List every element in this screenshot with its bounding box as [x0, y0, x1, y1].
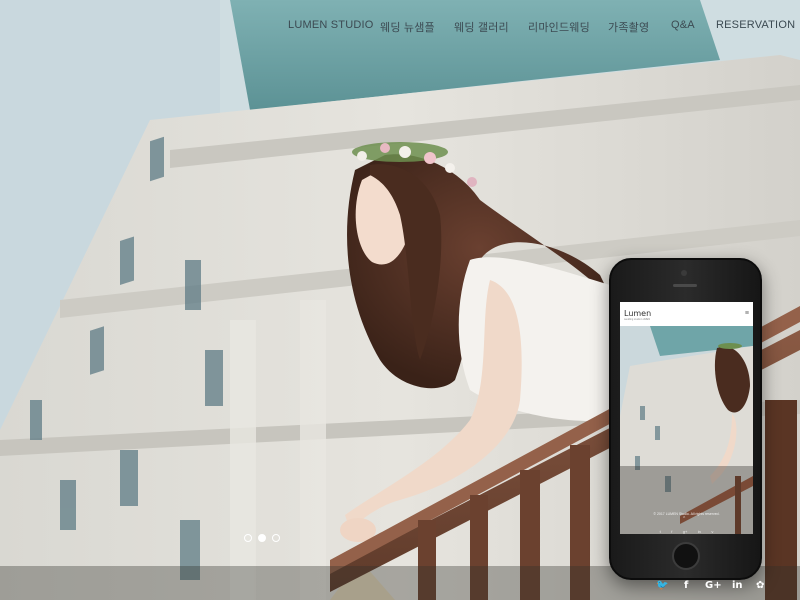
- mobile-linkedin-icon[interactable]: in: [698, 529, 701, 534]
- nav-reservation[interactable]: RESERVATION: [716, 19, 795, 31]
- nav-family-photo[interactable]: 가족촬영: [608, 19, 649, 35]
- mobile-header: Lumen wedding studio LUMEN ≡: [620, 302, 753, 326]
- mobile-hero-image: ⌃: [620, 326, 753, 534]
- mobile-phone-mockup: Lumen wedding studio LUMEN ≡ ⌃ © 2017 LU…: [609, 258, 762, 580]
- linkedin-icon[interactable]: in: [732, 580, 743, 591]
- mobile-vine-icon[interactable]: v: [711, 529, 713, 534]
- twitter-icon[interactable]: 🐦: [656, 580, 668, 591]
- mobile-social-links: t f g+ in v: [620, 520, 753, 534]
- mobile-photo-illustration: [620, 326, 753, 534]
- main-navigation: LUMEN STUDIO 웨딩 뉴샘플 웨딩 갤러리 리마인드웨딩 가족촬영 Q…: [0, 0, 800, 54]
- nav-wedding-new-sample[interactable]: 웨딩 뉴샘플: [380, 19, 435, 35]
- mobile-copyright: © 2017 LUMEN Studio. All rights reserved…: [653, 512, 720, 516]
- hamburger-icon[interactable]: ≡: [745, 310, 749, 317]
- phone-camera-icon: [681, 270, 687, 276]
- slider-pagination: [244, 534, 284, 544]
- slider-dot-3[interactable]: [272, 534, 280, 542]
- nav-remind-wedding[interactable]: 리마인드웨딩: [528, 19, 590, 35]
- slider-dot-1[interactable]: [244, 534, 252, 542]
- mobile-facebook-icon[interactable]: f: [671, 529, 672, 534]
- nav-qna[interactable]: Q&A: [671, 19, 695, 31]
- nav-wedding-gallery[interactable]: 웨딩 갤러리: [454, 19, 509, 35]
- mobile-tagline: wedding studio LUMEN: [624, 318, 651, 321]
- vine-icon[interactable]: ✿: [756, 580, 764, 591]
- mobile-screen: Lumen wedding studio LUMEN ≡ ⌃ © 2017 LU…: [620, 302, 753, 534]
- mobile-twitter-icon[interactable]: t: [660, 529, 661, 534]
- slider-dot-2[interactable]: [258, 534, 266, 542]
- google-plus-icon[interactable]: G+: [705, 580, 722, 591]
- phone-home-button: [672, 542, 700, 570]
- mobile-logo[interactable]: Lumen: [624, 309, 651, 318]
- phone-speaker: [673, 284, 697, 287]
- mobile-google-plus-icon[interactable]: g+: [683, 529, 688, 534]
- facebook-icon[interactable]: f: [684, 580, 688, 591]
- nav-lumen-studio[interactable]: LUMEN STUDIO: [288, 19, 374, 31]
